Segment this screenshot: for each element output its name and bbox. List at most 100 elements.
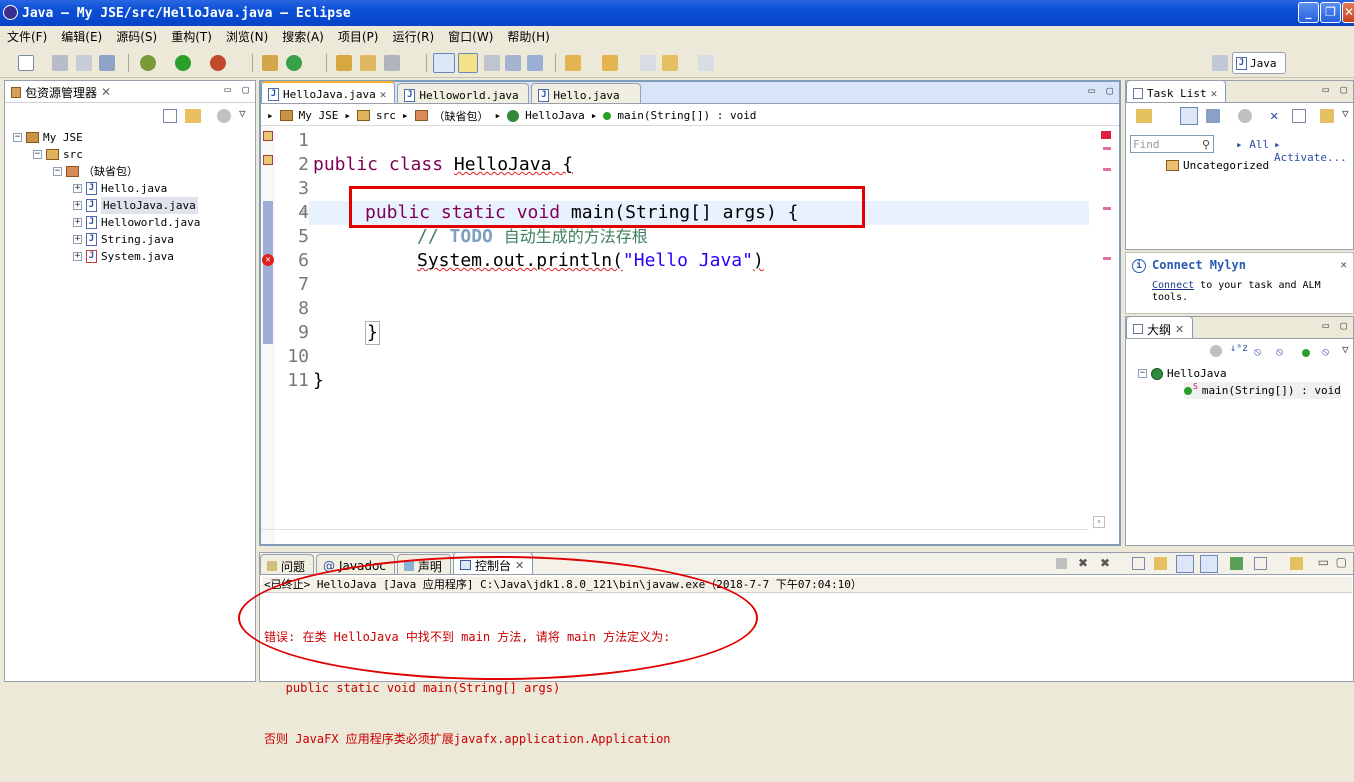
connect-link[interactable]: Connect: [1152, 280, 1194, 291]
hide-local-types-icon[interactable]: ⦸: [1322, 345, 1329, 359]
show-whitespace-icon[interactable]: [505, 55, 521, 71]
breadcrumb-method[interactable]: main(String[]) : void: [617, 109, 756, 122]
minimize-view-icon[interactable]: ▭: [224, 83, 231, 96]
tree-file[interactable]: + J System.java: [73, 248, 174, 265]
tab-helloworld[interactable]: J Helloworld.java: [397, 83, 530, 103]
open-folder-icon[interactable]: [360, 55, 376, 71]
open-perspective-icon[interactable]: [1212, 55, 1228, 71]
minimize-view-icon[interactable]: ▭: [1322, 319, 1329, 332]
expand-icon[interactable]: +: [73, 252, 82, 261]
tree-file[interactable]: + J String.java: [73, 231, 174, 248]
expand-icon[interactable]: +: [73, 201, 82, 210]
maximize-view-icon[interactable]: ▢: [1340, 319, 1347, 332]
tree-file[interactable]: + J Hello.java: [73, 180, 167, 197]
new-icon[interactable]: [18, 55, 34, 71]
new-class-icon[interactable]: [286, 55, 302, 71]
menu-file[interactable]: 文件(F): [0, 28, 54, 45]
hide-completed-icon[interactable]: ✕: [1270, 109, 1284, 123]
print-icon[interactable]: [99, 55, 115, 71]
tab-hellojava[interactable]: J HelloJava.java ✕: [261, 81, 396, 103]
menu-edit[interactable]: 编辑(E): [54, 28, 109, 45]
tab-problems[interactable]: 问题: [260, 554, 315, 574]
tree-project[interactable]: − My JSE: [13, 129, 83, 146]
hide-nonpublic-icon[interactable]: [1302, 349, 1310, 357]
synchronize-icon[interactable]: [1320, 109, 1334, 123]
outline-method[interactable]: S main(String[]) : void: [1184, 382, 1341, 399]
maximize-view-icon[interactable]: ▢: [1106, 84, 1113, 97]
expand-icon[interactable]: +: [73, 235, 82, 244]
chevron-down-icon[interactable]: ▽: [239, 107, 246, 120]
display-console-icon[interactable]: [1254, 557, 1267, 570]
tab-hello[interactable]: J Hello.java: [531, 83, 642, 103]
link-with-editor-icon[interactable]: [185, 109, 201, 123]
clear-console-icon[interactable]: [1132, 557, 1145, 570]
maximize-button[interactable]: ❐: [1320, 2, 1341, 23]
outline-tab[interactable]: 大纲 ✕: [1126, 316, 1194, 338]
menu-window[interactable]: 窗口(W): [441, 28, 500, 45]
forward-icon[interactable]: [698, 55, 714, 71]
collapse-all-icon[interactable]: [163, 109, 177, 123]
chevron-down-icon[interactable]: ▽: [1342, 343, 1349, 356]
breadcrumb-package[interactable]: （缺省包）: [434, 108, 489, 124]
save-all-icon[interactable]: [76, 55, 92, 71]
close-icon[interactable]: ✕: [1175, 323, 1184, 336]
focus-icon[interactable]: [1210, 345, 1222, 357]
run-icon[interactable]: [175, 55, 191, 71]
close-window-button[interactable]: ✕: [1342, 2, 1354, 23]
show-on-error-icon[interactable]: [1200, 555, 1218, 573]
collapse-icon[interactable]: −: [13, 133, 22, 142]
breadcrumb-class[interactable]: HelloJava: [525, 109, 585, 122]
task-find-input[interactable]: Find ⚲: [1130, 135, 1214, 153]
new-task-icon[interactable]: [1136, 109, 1152, 123]
highlight-icon[interactable]: [458, 53, 478, 73]
horizontal-scrollbar[interactable]: [261, 529, 1089, 544]
breadcrumb-src[interactable]: src: [376, 109, 396, 122]
menu-refactor[interactable]: 重构(T): [164, 28, 219, 45]
collapse-icon[interactable]: −: [53, 167, 62, 176]
next-annotation-icon[interactable]: [565, 55, 581, 71]
terminate-icon[interactable]: [1056, 558, 1067, 569]
close-icon[interactable]: ✕: [1211, 87, 1218, 100]
menu-help[interactable]: 帮助(H): [500, 28, 556, 45]
view-menu-filter-icon[interactable]: [217, 109, 231, 123]
minimize-button[interactable]: _: [1298, 2, 1319, 23]
maximize-view-icon[interactable]: ▢: [1340, 83, 1347, 96]
close-icon[interactable]: ✕: [380, 88, 387, 101]
hide-static-icon[interactable]: ⦸: [1276, 345, 1283, 359]
expand-icon[interactable]: +: [73, 184, 82, 193]
maximize-view-icon[interactable]: ▢: [242, 83, 249, 96]
collapse-all-icon[interactable]: [1292, 109, 1306, 123]
tree-file[interactable]: + J Helloworld.java: [73, 214, 200, 231]
search-icon[interactable]: [384, 55, 400, 71]
last-edit-icon[interactable]: [640, 55, 656, 71]
minimize-view-icon[interactable]: ▭: [1322, 83, 1329, 96]
menu-run[interactable]: 运行(R): [385, 28, 441, 45]
minimize-view-icon[interactable]: ▭: [1088, 84, 1095, 97]
annotation-icon[interactable]: [484, 55, 500, 71]
menu-source[interactable]: 源码(S): [109, 28, 164, 45]
uncategorized-row[interactable]: Uncategorized: [1166, 159, 1269, 172]
scroll-down-icon[interactable]: ▾: [1093, 516, 1105, 528]
all-filter-link[interactable]: ▸ All: [1236, 138, 1269, 151]
task-list-tab[interactable]: Task List ✕: [1126, 80, 1227, 102]
chevron-down-icon[interactable]: ▽: [1342, 107, 1349, 120]
debug-icon[interactable]: [140, 55, 156, 71]
pin-console-icon[interactable]: [1230, 557, 1243, 570]
new-java-project-icon[interactable]: [262, 55, 278, 71]
close-icon[interactable]: ✕: [101, 85, 111, 99]
focus-icon[interactable]: [1238, 109, 1252, 123]
remove-all-icon[interactable]: ✖: [1100, 556, 1110, 570]
show-on-output-icon[interactable]: [1176, 555, 1194, 573]
collapse-icon[interactable]: −: [33, 150, 42, 159]
close-icon[interactable]: ✕: [1340, 258, 1347, 271]
scroll-lock-icon[interactable]: [1154, 557, 1167, 570]
menu-project[interactable]: 项目(P): [331, 28, 386, 45]
maximize-view-icon[interactable]: ▢: [1336, 555, 1347, 569]
open-type-icon[interactable]: [336, 55, 352, 71]
minimize-view-icon[interactable]: ▭: [1318, 555, 1329, 569]
prev-annotation-icon[interactable]: [602, 55, 618, 71]
toggle-mark-occurrences-icon[interactable]: [433, 53, 455, 73]
hide-fields-icon[interactable]: ⦸: [1254, 345, 1261, 359]
activate-link[interactable]: ▸ Activate...: [1274, 138, 1353, 164]
outline-class[interactable]: − HelloJava: [1138, 365, 1227, 382]
